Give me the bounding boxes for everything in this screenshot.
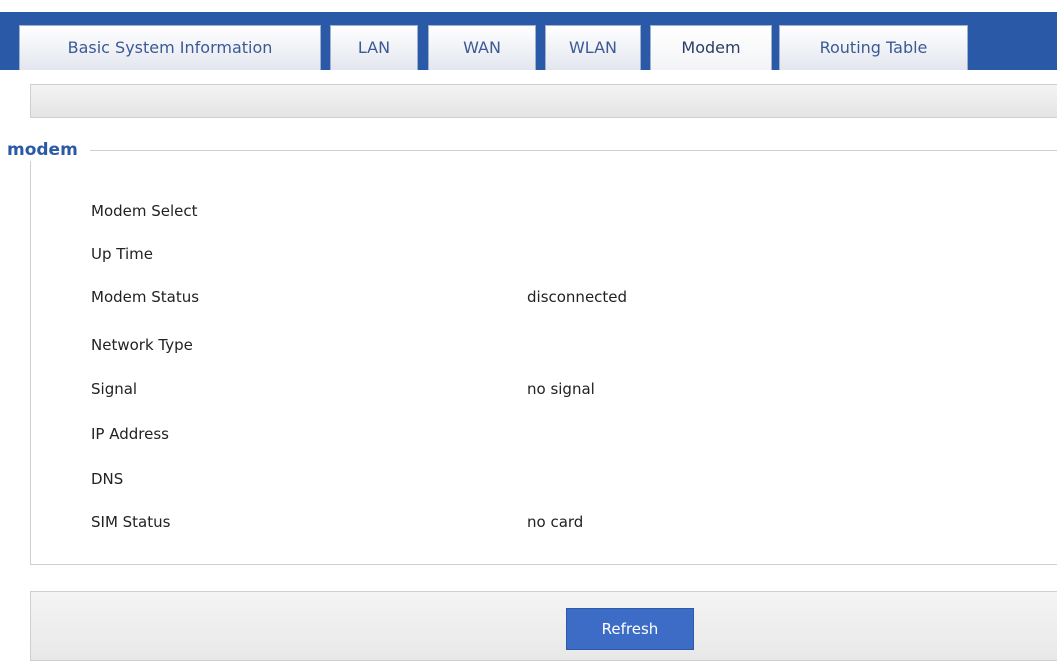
row-network-type: Network Type [0,333,1057,357]
tab-wan[interactable]: WAN [428,25,536,70]
action-bar [30,591,1057,661]
refresh-button[interactable]: Refresh [566,608,694,650]
section-title: modem [7,139,90,161]
row-label: Modem Select [91,202,198,220]
row-signal: Signal no signal [0,377,1057,401]
tab-lan[interactable]: LAN [330,25,418,70]
row-label: IP Address [91,425,169,443]
row-value: no signal [527,380,595,398]
tab-bar: Basic System Information LAN WAN WLAN Mo… [0,0,1057,70]
row-modem-select: Modem Select [0,199,1057,223]
row-label: Modem Status [91,288,200,306]
row-label: DNS [91,470,124,488]
toolbar-strip [30,84,1057,118]
tab-routing-table[interactable]: Routing Table [779,25,968,70]
row-value: disconnected [527,288,628,306]
tab-wlan[interactable]: WLAN [545,25,641,70]
row-up-time: Up Time [0,242,1057,266]
row-label: Up Time [91,245,153,263]
row-dns: DNS [0,467,1057,491]
tab-basic-system-information[interactable]: Basic System Information [19,25,321,70]
row-label: SIM Status [91,513,171,531]
tab-modem[interactable]: Modem [650,25,772,70]
row-ip-address: IP Address [0,422,1057,446]
row-label: Signal [91,380,138,398]
row-value: no card [527,513,584,531]
row-label: Network Type [91,336,193,354]
row-modem-status: Modem Status disconnected [0,285,1057,309]
row-sim-status: SIM Status no card [0,510,1057,534]
